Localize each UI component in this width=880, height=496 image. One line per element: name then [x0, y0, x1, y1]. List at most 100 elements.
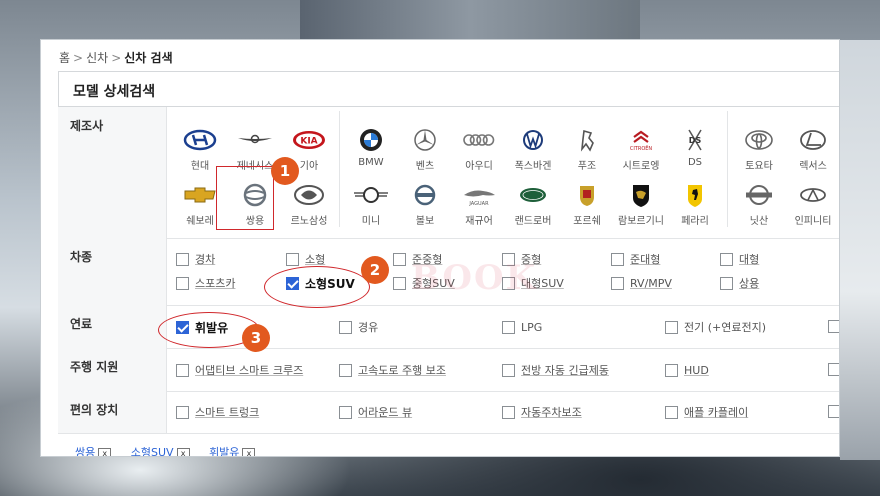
- convenience-label: 편의 장치: [58, 391, 167, 433]
- fuel-label: 연료: [58, 305, 167, 348]
- body-type-option[interactable]: 스포츠카: [176, 275, 235, 291]
- checkbox[interactable]: [665, 363, 678, 377]
- brand-volkswagen[interactable]: 폭스바겐: [506, 127, 560, 172]
- filter-chip[interactable]: 휘발유 x: [209, 446, 256, 456]
- close-icon[interactable]: x: [176, 448, 190, 456]
- checkbox[interactable]: [720, 276, 733, 290]
- fuel-option[interactable]: 경유: [339, 319, 378, 335]
- filter-chip[interactable]: 쌍용 x: [75, 446, 112, 456]
- convenience-option[interactable]: 자동주차보조: [502, 404, 582, 420]
- breadcrumb-home[interactable]: 홈: [59, 51, 70, 65]
- annotation-circle-small-suv: [264, 266, 370, 308]
- body-type-label: 차종: [58, 238, 167, 305]
- checkbox[interactable]: [665, 405, 678, 419]
- benz-logo-icon: [414, 129, 436, 151]
- callout-1: 1: [271, 157, 299, 185]
- selected-filters: 쌍용 x 소형SUV x 휘발유 x: [75, 444, 271, 456]
- checkbox-partial[interactable]: [828, 320, 839, 333]
- watermark: BOOK: [411, 258, 538, 298]
- infiniti-logo-icon: [800, 188, 826, 202]
- fuel-option[interactable]: LPG: [502, 319, 542, 335]
- driving-assist-option[interactable]: 고속도로 주행 보조: [339, 362, 446, 378]
- checkbox-partial[interactable]: [828, 405, 839, 418]
- checkbox[interactable]: [339, 320, 352, 334]
- chevrolet-logo-icon: [184, 187, 216, 203]
- citroen-logo-icon: CITROËN: [630, 130, 652, 152]
- checkbox[interactable]: [720, 252, 733, 266]
- brand-ferrari[interactable]: 페라리: [668, 182, 722, 227]
- body-type-option[interactable]: 준대형: [611, 251, 660, 267]
- brand-peugeot[interactable]: 푸조: [560, 127, 614, 172]
- checkbox[interactable]: [502, 363, 515, 377]
- body-type-option[interactable]: 상용: [720, 275, 759, 291]
- driving-assist-option[interactable]: HUD: [665, 362, 709, 378]
- convenience-option[interactable]: 애플 카플레이: [665, 404, 748, 420]
- convenience-row: 편의 장치 스마트 트렁크 어라운드 뷰 자동주차보조 애플 카플레이: [58, 391, 839, 434]
- checkbox[interactable]: [176, 405, 189, 419]
- manufacturer-row: 제조사 현대 제네시스 KIA 기아 쉐보레 쌍용 르노삼성 BMW 벤츠 아우…: [58, 107, 839, 239]
- close-icon[interactable]: x: [98, 448, 112, 456]
- annotation-box-ssangyong: [216, 166, 274, 230]
- checkbox[interactable]: [393, 252, 406, 266]
- brand-lamborghini[interactable]: 람보르기니: [614, 182, 668, 227]
- checkbox[interactable]: [611, 276, 624, 290]
- background-right-edge: [840, 40, 880, 460]
- brand-citroen[interactable]: CITROËN 시트로엥: [614, 127, 668, 172]
- brand-bmw[interactable]: BMW: [344, 127, 398, 168]
- landrover-logo-icon: [520, 188, 546, 202]
- checkbox[interactable]: [502, 405, 515, 419]
- checkbox[interactable]: [611, 252, 624, 266]
- toyota-logo-icon: [745, 130, 773, 150]
- checkbox[interactable]: [665, 320, 678, 334]
- porsche-logo-icon: [580, 186, 594, 206]
- checkbox[interactable]: [502, 320, 515, 334]
- brand-infiniti[interactable]: 인피니티: [786, 182, 839, 227]
- checkbox[interactable]: [339, 405, 352, 419]
- brand-volvo[interactable]: 볼보: [398, 182, 452, 227]
- checkbox[interactable]: [176, 252, 189, 266]
- brand-landrover[interactable]: 랜드로버: [506, 182, 560, 227]
- brand-ds[interactable]: DS DS: [668, 127, 722, 168]
- mini-logo-icon: [354, 187, 388, 203]
- breadcrumb-new-car[interactable]: 신차: [86, 51, 108, 65]
- convenience-option[interactable]: 스마트 트렁크: [176, 404, 259, 420]
- jaguar-logo-icon: JAGUAR: [464, 190, 495, 207]
- checkbox[interactable]: [286, 252, 299, 266]
- nissan-logo-icon: [746, 185, 772, 205]
- ferrari-logo-icon: [688, 185, 702, 207]
- brand-renault-samsung[interactable]: 르노삼성: [282, 182, 336, 227]
- body-type-option[interactable]: 소형: [286, 251, 325, 267]
- driving-assist-label: 주행 지원: [58, 348, 167, 391]
- brand-audi[interactable]: 아우디: [452, 127, 506, 172]
- filter-chip[interactable]: 소형SUV x: [131, 446, 190, 456]
- brand-nissan[interactable]: 닛산: [732, 182, 786, 227]
- brand-toyota[interactable]: 토요타: [732, 127, 786, 172]
- lexus-logo-icon: [800, 130, 826, 150]
- genesis-logo-icon: [238, 134, 272, 144]
- body-type-option[interactable]: 경차: [176, 251, 215, 267]
- kia-logo-icon: KIA: [293, 131, 325, 149]
- svg-text:DS: DS: [689, 136, 702, 145]
- close-icon[interactable]: x: [242, 448, 256, 456]
- brand-lexus[interactable]: 렉서스: [786, 127, 839, 172]
- brand-porsche[interactable]: 포르쉐: [560, 182, 614, 227]
- renault-samsung-logo-icon: [294, 185, 324, 205]
- fuel-option[interactable]: 전기 (+연료전지): [665, 319, 766, 335]
- checkbox[interactable]: [176, 363, 189, 377]
- checkbox[interactable]: [176, 276, 189, 290]
- body-type-option[interactable]: RV/MPV: [611, 275, 672, 291]
- breadcrumb-current: 신차 검색: [124, 51, 173, 65]
- brand-mini[interactable]: 미니: [344, 182, 398, 227]
- convenience-option[interactable]: 어라운드 뷰: [339, 404, 412, 420]
- checkbox[interactable]: [393, 276, 406, 290]
- lamborghini-logo-icon: [633, 185, 649, 207]
- checkbox-partial[interactable]: [828, 363, 839, 376]
- ds-logo-icon: DS: [688, 129, 702, 151]
- brand-jaguar[interactable]: JAGUAR 재규어: [452, 182, 506, 227]
- driving-assist-option[interactable]: 어댑티브 스마트 크루즈: [176, 362, 303, 378]
- checkbox[interactable]: [339, 363, 352, 377]
- brand-benz[interactable]: 벤츠: [398, 127, 452, 172]
- volvo-logo-icon: [414, 184, 436, 206]
- body-type-option[interactable]: 대형: [720, 251, 759, 267]
- driving-assist-option[interactable]: 전방 자동 긴급제동: [502, 362, 609, 378]
